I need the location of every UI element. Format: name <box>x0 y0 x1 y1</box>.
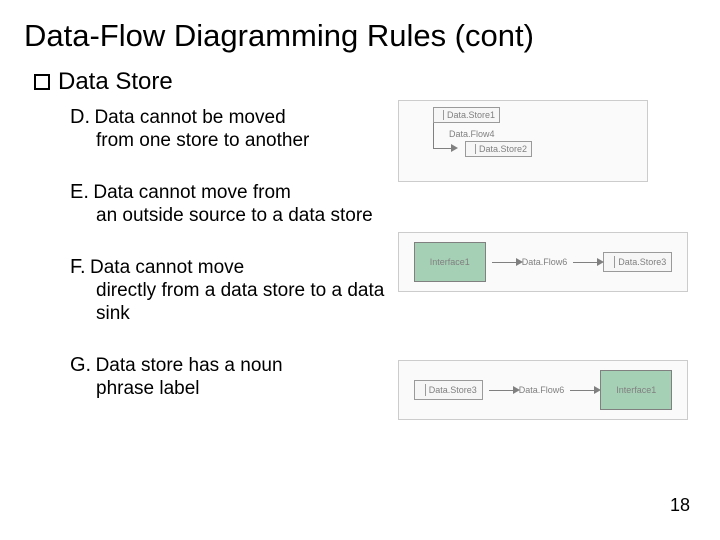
figure-f: Data.Store3 Data.Flow6 Interface1 <box>398 360 688 420</box>
arrow-right-icon <box>570 390 594 391</box>
figure-e: Interface1 Data.Flow6 Data.Store3 <box>398 232 688 292</box>
interface-box: Interface1 <box>414 242 486 282</box>
section-label: Data Store <box>58 68 173 96</box>
datastore-box: Data.Store3 <box>414 380 483 400</box>
arrow-right-icon <box>489 390 513 391</box>
rule-text-rest: an outside source to a data store <box>96 204 390 228</box>
rule-e: E. Data cannot move from an outside sour… <box>70 181 390 228</box>
datastore-box: Data.Store2 <box>465 141 532 157</box>
interface-label: Interface1 <box>616 385 656 395</box>
datastore-label: Data.Store2 <box>479 144 527 154</box>
interface-label: Interface1 <box>430 257 470 267</box>
arrow-right-icon <box>573 262 597 263</box>
dataflow-label: Data.Flow4 <box>449 129 495 139</box>
datastore-label: Data.Store1 <box>447 110 495 120</box>
datastore-box: Data.Store1 <box>433 107 500 123</box>
datastore-label: Data.Store3 <box>618 257 666 267</box>
datastore-box: Data.Store3 <box>603 252 672 272</box>
slide-title: Data-Flow Diagramming Rules (cont) <box>24 18 696 54</box>
rule-text-rest: phrase label <box>96 377 390 401</box>
rule-g: G. Data store has a noun phrase label <box>70 354 390 401</box>
bullet-checkbox-icon <box>34 74 50 90</box>
section-header: Data Store <box>34 68 696 96</box>
datastore-bar-icon <box>420 384 426 396</box>
rule-letter: F. <box>70 256 86 278</box>
rule-text-rest: from one store to another <box>96 129 390 153</box>
rule-d: D. Data cannot be moved from one store t… <box>70 106 390 153</box>
rule-letter: E. <box>70 181 89 203</box>
rule-letter: G. <box>70 354 91 376</box>
rule-letter: D. <box>70 106 90 128</box>
rule-text-rest: directly from a data store to a data sin… <box>96 279 390 327</box>
page-number: 18 <box>670 495 690 516</box>
figure-d: Data.Store1 Data.Flow4 Data.Store2 <box>398 100 648 182</box>
rule-text-first: Data store has a noun <box>96 355 283 376</box>
rule-text-first: Data cannot move <box>90 257 244 278</box>
datastore-label: Data.Store3 <box>429 385 477 395</box>
datastore-bar-icon <box>438 110 444 120</box>
dataflow-label: Data.Flow6 <box>522 257 568 267</box>
dataflow-label: Data.Flow6 <box>519 385 565 395</box>
rule-text-first: Data cannot be moved <box>94 107 285 128</box>
datastore-bar-icon <box>470 144 476 154</box>
arrow-right-icon <box>492 262 516 263</box>
interface-box: Interface1 <box>600 370 672 410</box>
rule-text-first: Data cannot move from <box>93 182 290 203</box>
rules-list: D. Data cannot be moved from one store t… <box>70 106 390 401</box>
datastore-bar-icon <box>609 256 615 268</box>
rule-f: F. Data cannot move directly from a data… <box>70 256 390 327</box>
